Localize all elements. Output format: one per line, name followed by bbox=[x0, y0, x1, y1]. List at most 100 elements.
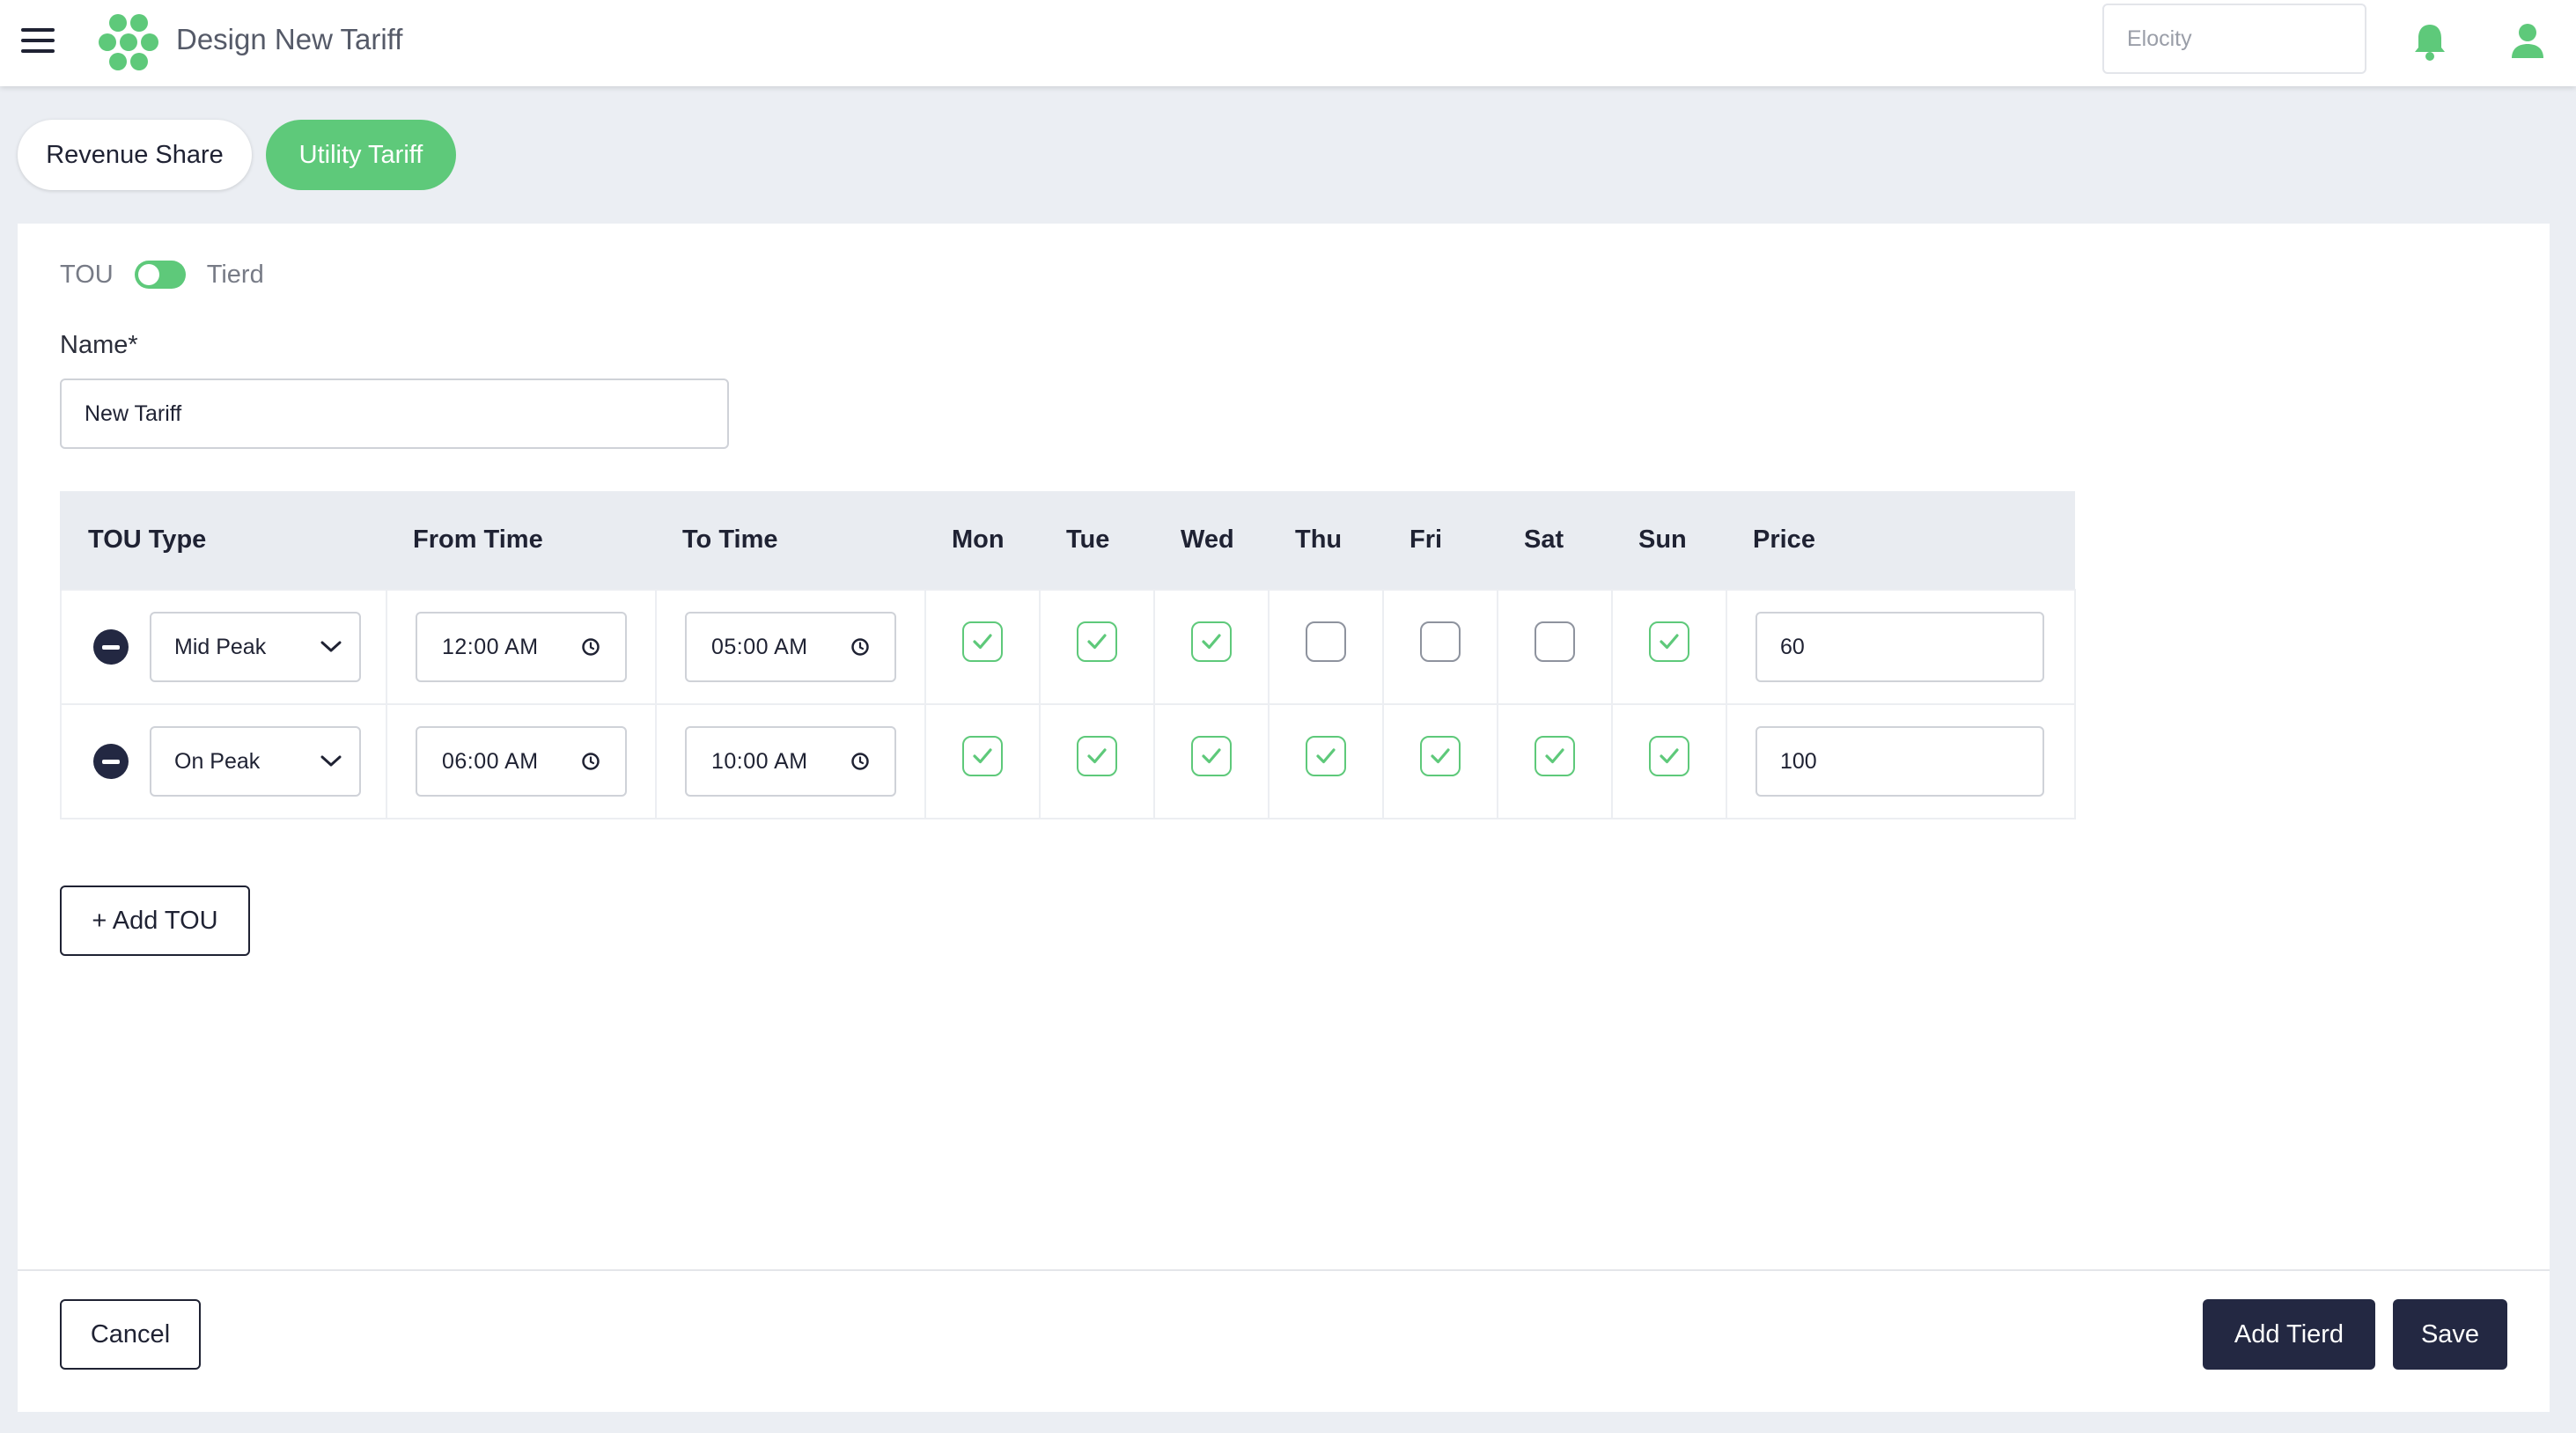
day-cell bbox=[1268, 703, 1384, 819]
checkbox-thu[interactable] bbox=[1306, 621, 1346, 662]
to-time-value: 05:00 AM bbox=[711, 634, 808, 659]
clock-icon[interactable] bbox=[850, 752, 870, 771]
checkbox-mon[interactable] bbox=[962, 736, 1003, 776]
tou-type-cell: On Peak bbox=[60, 703, 387, 819]
name-label: Name* bbox=[60, 331, 138, 359]
check-icon bbox=[1431, 748, 1450, 764]
toggle-label-tou: TOU bbox=[60, 260, 114, 289]
clock-icon[interactable] bbox=[581, 752, 600, 771]
checkbox-mon[interactable] bbox=[962, 621, 1003, 662]
clock-icon[interactable] bbox=[850, 637, 870, 657]
price-input[interactable] bbox=[1755, 726, 2044, 797]
checkbox-tue[interactable] bbox=[1077, 736, 1117, 776]
day-cell bbox=[1039, 589, 1155, 705]
top-bar: Design New Tariff bbox=[0, 0, 2576, 86]
tou-type-select[interactable]: Mid Peak bbox=[150, 612, 361, 682]
checkbox-sun[interactable] bbox=[1649, 736, 1689, 776]
tou-type-select[interactable]: On Peak bbox=[150, 726, 361, 797]
table-row: On Peak 06:00 AM 10:00 AM bbox=[60, 703, 2076, 819]
checkbox-sun[interactable] bbox=[1649, 621, 1689, 662]
col-header: Sat bbox=[1498, 491, 1612, 590]
col-header: Wed bbox=[1154, 491, 1269, 590]
checkbox-thu[interactable] bbox=[1306, 736, 1346, 776]
logo-icon bbox=[99, 14, 158, 70]
check-icon bbox=[1202, 634, 1221, 650]
col-header: TOU Type bbox=[60, 491, 386, 590]
price-cell bbox=[1726, 589, 2076, 705]
mode-toggle-switch[interactable] bbox=[134, 261, 186, 289]
from-time-input[interactable]: 06:00 AM bbox=[416, 726, 627, 797]
day-cell bbox=[924, 589, 1041, 705]
day-cell bbox=[1611, 589, 1727, 705]
checkbox-tue[interactable] bbox=[1077, 621, 1117, 662]
remove-row-icon[interactable] bbox=[93, 629, 129, 665]
check-icon bbox=[1545, 748, 1564, 764]
add-tou-button[interactable]: + Add TOU bbox=[60, 886, 250, 956]
checkbox-wed[interactable] bbox=[1191, 736, 1232, 776]
user-icon[interactable] bbox=[2511, 23, 2544, 58]
tab-revenue-share[interactable]: Revenue Share bbox=[18, 120, 252, 190]
day-cell bbox=[1382, 589, 1498, 705]
footer-divider bbox=[18, 1269, 2550, 1271]
add-tiered-button[interactable]: Add Tierd bbox=[2203, 1299, 2375, 1370]
menu-icon[interactable] bbox=[19, 26, 56, 58]
tou-type-cell: Mid Peak bbox=[60, 589, 387, 705]
day-cell bbox=[1497, 703, 1613, 819]
chevron-down-icon bbox=[320, 641, 342, 652]
cancel-button[interactable]: Cancel bbox=[60, 1299, 201, 1370]
from-time-input[interactable]: 12:00 AM bbox=[416, 612, 627, 682]
col-header: Fri bbox=[1383, 491, 1498, 590]
to-time-cell: 05:00 AM bbox=[655, 589, 926, 705]
tou-type-value: On Peak bbox=[174, 748, 261, 774]
check-icon bbox=[1660, 748, 1679, 764]
day-cell bbox=[1611, 703, 1727, 819]
col-header: Tue bbox=[1040, 491, 1154, 590]
day-cell bbox=[924, 703, 1041, 819]
checkbox-fri[interactable] bbox=[1420, 736, 1461, 776]
col-header: To Time bbox=[656, 491, 925, 590]
table-header-row: TOU Type From Time To Time Mon Tue Wed T… bbox=[60, 491, 2075, 590]
clock-icon[interactable] bbox=[581, 637, 600, 657]
checkbox-wed[interactable] bbox=[1191, 621, 1232, 662]
from-time-cell: 12:00 AM bbox=[386, 589, 657, 705]
to-time-cell: 10:00 AM bbox=[655, 703, 926, 819]
toggle-label-tiered: Tierd bbox=[206, 260, 264, 289]
table-row: Mid Peak 12:00 AM 05:00 AM bbox=[60, 589, 2076, 705]
page-title: Design New Tariff bbox=[176, 23, 403, 55]
col-header: Price bbox=[1726, 491, 2075, 590]
day-cell bbox=[1039, 703, 1155, 819]
price-cell bbox=[1726, 703, 2076, 819]
to-time-input[interactable]: 10:00 AM bbox=[685, 726, 896, 797]
tariff-form-card: TOU Tierd Name* TOU Type From Time To Ti… bbox=[18, 224, 2550, 1412]
from-time-value: 06:00 AM bbox=[442, 748, 539, 774]
price-input[interactable] bbox=[1755, 612, 2044, 682]
tou-type-value: Mid Peak bbox=[174, 634, 267, 659]
check-icon bbox=[973, 634, 992, 650]
check-icon bbox=[973, 748, 992, 764]
tou-table: TOU Type From Time To Time Mon Tue Wed T… bbox=[60, 491, 2076, 819]
to-time-value: 10:00 AM bbox=[711, 748, 808, 774]
from-time-cell: 06:00 AM bbox=[386, 703, 657, 819]
chevron-down-icon bbox=[320, 755, 342, 767]
name-field[interactable] bbox=[60, 378, 729, 449]
to-time-input[interactable]: 05:00 AM bbox=[685, 612, 896, 682]
col-header: From Time bbox=[386, 491, 656, 590]
day-cell bbox=[1497, 589, 1613, 705]
from-time-value: 12:00 AM bbox=[442, 634, 539, 659]
bell-icon[interactable] bbox=[2412, 21, 2447, 62]
checkbox-sat[interactable] bbox=[1535, 621, 1575, 662]
remove-row-icon[interactable] bbox=[93, 744, 129, 779]
day-cell bbox=[1153, 703, 1270, 819]
day-cell bbox=[1268, 589, 1384, 705]
check-icon bbox=[1087, 634, 1107, 650]
check-icon bbox=[1316, 748, 1336, 764]
checkbox-sat[interactable] bbox=[1535, 736, 1575, 776]
save-button[interactable]: Save bbox=[2393, 1299, 2507, 1370]
tab-utility-tariff[interactable]: Utility Tariff bbox=[266, 120, 456, 190]
tenant-input[interactable] bbox=[2102, 4, 2366, 74]
day-cell bbox=[1153, 589, 1270, 705]
checkbox-fri[interactable] bbox=[1420, 621, 1461, 662]
col-header: Thu bbox=[1269, 491, 1383, 590]
mode-toggle-row: TOU Tierd bbox=[60, 257, 264, 292]
day-cell bbox=[1382, 703, 1498, 819]
